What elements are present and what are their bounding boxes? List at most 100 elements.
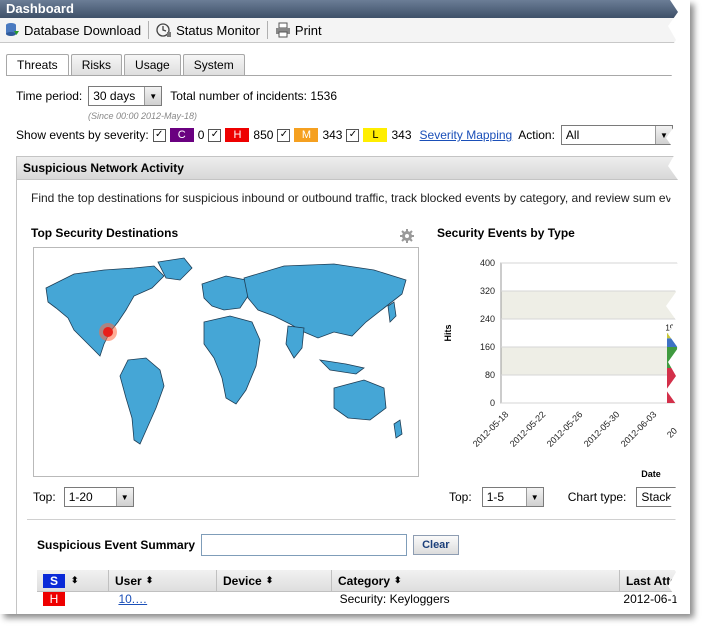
row-user-cell: 10.…: [112, 592, 222, 606]
south-america-shape: [119, 357, 165, 445]
x-tick-label: 2012-05-22: [508, 409, 548, 449]
new-zealand-shape: [393, 419, 403, 439]
column-header-user[interactable]: User ⬍: [109, 570, 217, 592]
severity-c-checkbox[interactable]: ✓: [152, 128, 166, 142]
severity-label: Show events by severity:: [16, 128, 149, 142]
x-tick-label: 2012-06-03: [619, 409, 659, 449]
database-download-label: Database Download: [24, 22, 142, 38]
status-monitor-label: Status Monitor: [176, 22, 260, 38]
severity-h-checkbox[interactable]: ✓: [208, 128, 222, 142]
tab-threats[interactable]: Threats: [6, 54, 69, 76]
chevron-down-icon: ▼: [525, 488, 543, 506]
toolbar-separator: [148, 21, 150, 39]
time-period-select[interactable]: 30 days ▼: [88, 86, 163, 106]
severity-row: Show events by severity: ✓ C 0 ✓ H 850 ✓…: [16, 125, 673, 145]
dashboard-window: Dashboard Database Download Status Monit…: [0, 0, 690, 614]
severity-column-badge: S: [43, 573, 65, 588]
time-period-row: Time period: 30 days ▼ Total number of i…: [16, 86, 337, 106]
map-title: Top Security Destinations: [31, 226, 179, 240]
world-map[interactable]: [33, 247, 419, 477]
summary-search-input[interactable]: [201, 534, 408, 556]
north-america-shape: [45, 265, 165, 357]
printer-icon: [275, 22, 291, 38]
severity-c-badge: C: [169, 128, 194, 142]
severity-m-checkbox[interactable]: ✓: [277, 128, 291, 142]
column-header-category[interactable]: Category ⬍: [332, 570, 620, 592]
y-tick-label: 240: [480, 314, 495, 324]
print-button[interactable]: Print: [271, 19, 326, 41]
divider: [27, 519, 690, 520]
column-header-device[interactable]: Device ⬍: [217, 570, 332, 592]
y-tick-label: 160: [480, 342, 495, 352]
y-tick-label: 400: [480, 258, 495, 268]
summary-table: S ⬍ User ⬍ Device ⬍ Category ⬍ Last Atte: [37, 570, 690, 614]
chart-top-select[interactable]: 1-5 ▼: [481, 487, 544, 507]
severity-l-badge: L: [363, 128, 388, 142]
security-events-chart[interactable]: 080160240320400Hits2012-05-182012-05-222…: [439, 253, 690, 483]
since-text: (Since 00:00 2012-May-18): [88, 111, 198, 121]
user-column-label: User: [115, 573, 142, 588]
toolbar: Database Download Status Monitor Print: [0, 18, 690, 43]
database-download-button[interactable]: Database Download: [0, 19, 145, 41]
status-monitor-icon: [156, 22, 172, 38]
severity-m-count: 343: [322, 128, 343, 142]
clear-button[interactable]: Clear: [413, 535, 459, 555]
toolbar-separator: [266, 21, 268, 39]
australia-shape: [333, 379, 387, 421]
y-tick-label: 80: [485, 370, 495, 380]
severity-l-checkbox[interactable]: ✓: [346, 128, 360, 142]
table-row[interactable]: H 10.… Security: Keyloggers 2012-06-17: [37, 592, 690, 606]
gear-icon[interactable]: [400, 229, 414, 246]
y-axis-label: Hits: [443, 324, 453, 341]
tab-bar: Threats Risks Usage System: [6, 54, 247, 76]
japan-shape: [387, 301, 397, 323]
status-monitor-button[interactable]: Status Monitor: [152, 19, 264, 41]
column-header-severity[interactable]: S ⬍: [37, 570, 109, 592]
map-top-value: 1-20: [68, 490, 93, 504]
window-title: Dashboard: [0, 0, 690, 18]
chart-title: Security Events by Type: [437, 226, 575, 240]
map-top-select[interactable]: 1-20 ▼: [63, 487, 134, 507]
chevron-down-icon: ▼: [115, 488, 133, 506]
panel-description: Find the top destinations for suspicious…: [31, 191, 690, 205]
panel-title: Suspicious Network Activity: [17, 157, 690, 180]
tab-risks[interactable]: Risks: [70, 54, 123, 75]
severity-mapping-link[interactable]: Severity Mapping: [420, 128, 513, 142]
category-column-label: Category: [338, 573, 391, 588]
asia-shape: [243, 263, 407, 339]
tab-system[interactable]: System: [182, 54, 245, 75]
database-download-icon: [4, 22, 20, 38]
sort-icon: ⬍: [71, 575, 79, 585]
summary-header: Suspicious Event Summary Clear: [37, 534, 459, 556]
row-category-cell: Security: Keyloggers: [339, 592, 450, 606]
severity-l-count: 343: [391, 128, 412, 142]
action-label: Action:: [518, 128, 555, 142]
summary-title: Suspicious Event Summary: [37, 538, 196, 552]
device-column-label: Device: [223, 573, 262, 588]
chart-type-label: Chart type:: [567, 490, 627, 504]
map-top-row: Top: 1-20 ▼: [33, 487, 134, 507]
sort-icon: ⬍: [394, 575, 402, 585]
row-user-link[interactable]: 10.…: [118, 592, 147, 606]
tab-underline: [6, 75, 690, 76]
severity-h-count: 850: [253, 128, 274, 142]
severity-h-badge: H: [225, 128, 250, 142]
print-label: Print: [294, 22, 322, 38]
sort-icon: ⬍: [145, 575, 154, 585]
chart-top-label: Top:: [449, 490, 472, 504]
action-select[interactable]: All ▼: [560, 125, 673, 145]
time-period-label: Time period:: [16, 89, 83, 103]
action-value: All: [565, 128, 580, 142]
total-incidents-label: Total number of incidents: 1536: [170, 89, 338, 103]
x-tick-label: 2012-05-18: [471, 409, 511, 449]
severity-m-badge: M: [294, 128, 319, 142]
x-tick-label: 2012-05-30: [582, 409, 622, 449]
row-severity-cell: H: [37, 592, 112, 606]
x-tick-label: 2012-05-26: [545, 409, 585, 449]
x-axis-label: Date: [641, 469, 661, 479]
tab-usage[interactable]: Usage: [124, 54, 181, 75]
indonesia-shape: [318, 359, 365, 375]
y-tick-label: 0: [490, 398, 495, 408]
severity-c-count: 0: [197, 128, 205, 142]
row-device-cell: [223, 592, 334, 606]
